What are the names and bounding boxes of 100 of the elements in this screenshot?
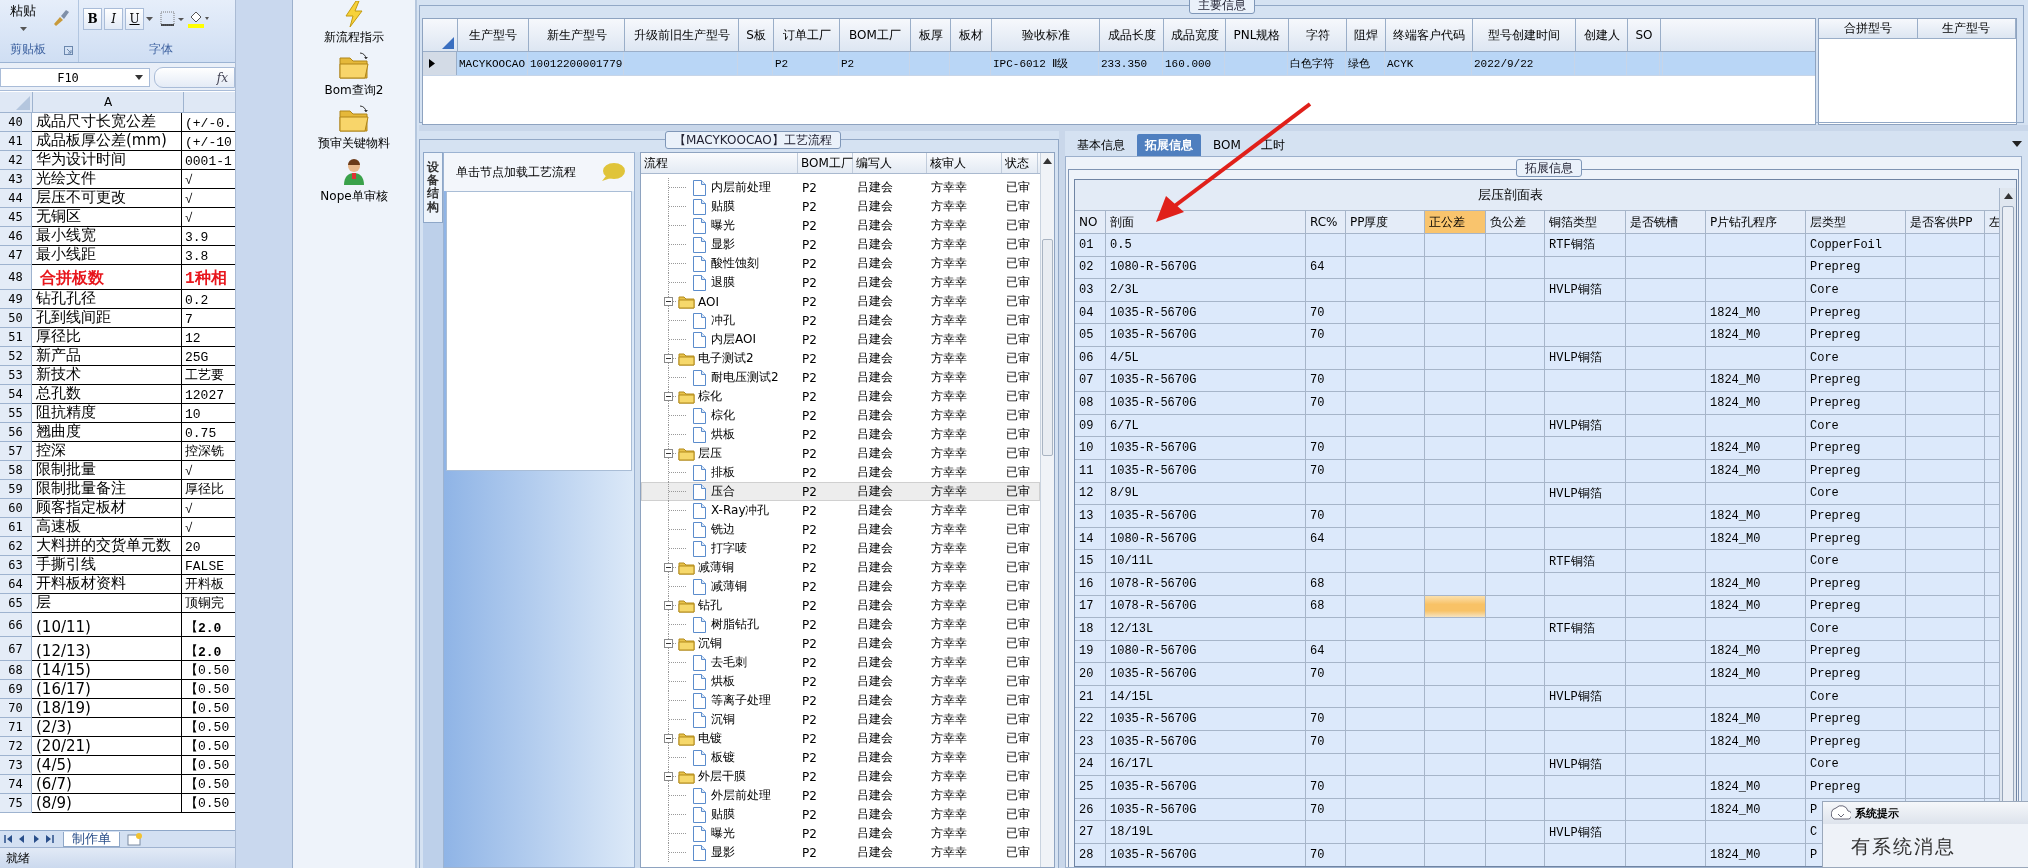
tree-node-label[interactable]: 沉铜 (698, 635, 722, 652)
column-header[interactable]: 生产型号 (458, 19, 529, 51)
column-header[interactable]: BOM工厂 (840, 19, 911, 51)
tree-row[interactable]: 烘板 P2 吕建会 方幸幸 已审 (641, 425, 1040, 444)
tree-row[interactable]: 内层前处理 P2 吕建会 方幸幸 已审 (641, 178, 1040, 197)
column-header[interactable]: 编写人 (853, 153, 927, 173)
column-header[interactable]: 成品宽度 (1164, 19, 1226, 51)
tree-node-label[interactable]: 曝光 (711, 217, 735, 234)
column-header[interactable]: PNL规格 (1226, 19, 1289, 51)
grid-row[interactable]: MACYKOOCAO 10012200001779 P2 P2 IPC-6012 Ⅱ级 233.350 160.000 白色字符 绿色 ACYK 2022/9/22 (423, 52, 1815, 76)
tree-row[interactable]: 打字唛 P2 吕建会 方幸幸 已审 (641, 539, 1040, 558)
column-header[interactable]: 板材 (951, 19, 992, 51)
row-number[interactable]: 75 (0, 794, 32, 813)
tab[interactable]: 基本信息 (1069, 134, 1133, 156)
tree-row[interactable]: 电镀 P2 吕建会 方幸幸 已审 (641, 729, 1040, 748)
caret-icon[interactable] (2012, 141, 2022, 147)
sheet-tab[interactable]: 制作单 (63, 831, 120, 847)
column-header[interactable]: 板厚 (911, 19, 951, 51)
column-header[interactable]: RC% (1306, 211, 1346, 233)
tree-node-label[interactable]: 烘板 (711, 426, 735, 443)
tree-row[interactable]: 贴膜 P2 吕建会 方幸幸 已审 (641, 197, 1040, 216)
tree-node-label[interactable]: 显影 (711, 844, 735, 861)
tree-node-label[interactable]: 烘板 (711, 673, 735, 690)
tab[interactable]: 工时 (1252, 134, 1293, 156)
row-number[interactable]: 53 (0, 366, 32, 385)
column-header[interactable]: 新生产型号 (529, 19, 625, 51)
paste-button[interactable]: 粘贴 (10, 2, 36, 20)
toolbar-button[interactable]: Nope单审核 (320, 158, 388, 205)
scroll-up-icon[interactable] (2003, 193, 2013, 199)
tree-row[interactable]: 沉铜 P2 吕建会 方幸幸 已审 (641, 710, 1040, 729)
row-number[interactable]: 52 (0, 347, 32, 366)
tree-node-label[interactable]: 钻孔 (698, 597, 722, 614)
tree-row[interactable]: 排板 P2 吕建会 方幸幸 已审 (641, 463, 1040, 482)
toolbar-button[interactable]: 预审关键物料 (318, 105, 390, 152)
tree-row[interactable]: 烘板 P2 吕建会 方幸幸 已审 (641, 672, 1040, 691)
row-number[interactable]: 46 (0, 227, 32, 246)
tree-node-label[interactable]: 等离子处理 (711, 692, 771, 709)
row-number[interactable]: 61 (0, 518, 32, 537)
format-button[interactable]: B (83, 8, 102, 30)
launcher-icon[interactable] (64, 46, 73, 55)
column-header[interactable]: 铜箔类型 (1545, 211, 1626, 233)
tree-row[interactable]: 外层干膜 P2 吕建会 方幸幸 已审 (641, 767, 1040, 786)
row-number[interactable]: 60 (0, 499, 32, 518)
tree-row[interactable]: 显影 P2 吕建会 方幸幸 已审 (641, 235, 1040, 254)
tree-row[interactable]: 等离子处理 P2 吕建会 方幸幸 已审 (641, 691, 1040, 710)
row-number[interactable]: 41 (0, 132, 32, 151)
column-header[interactable]: 是否客供PP (1906, 211, 1985, 233)
row-number[interactable]: 45 (0, 208, 32, 227)
tree-node-label[interactable]: 外层前处理 (711, 787, 771, 804)
border-icon[interactable] (159, 10, 185, 28)
row-number[interactable]: 65 (0, 594, 32, 613)
column-header[interactable]: S板 (739, 19, 774, 51)
scroll-thumb[interactable] (1042, 239, 1053, 456)
tree-node-label[interactable]: 显影 (711, 236, 735, 253)
column-header[interactable]: 验收标准 (992, 19, 1100, 51)
tree-node-label[interactable]: 贴膜 (711, 806, 735, 823)
tree-node-label[interactable]: 电镀 (698, 730, 722, 747)
tree-node-label[interactable]: AOI (698, 294, 719, 309)
tree-node-label[interactable]: 层压 (698, 445, 722, 462)
column-header[interactable]: 合拼型号 (1819, 19, 1918, 38)
collapse-icon[interactable] (664, 297, 673, 306)
column-header[interactable]: 负公差 (1486, 211, 1545, 233)
tree-row[interactable]: 层压 P2 吕建会 方幸幸 已审 (641, 444, 1040, 463)
tree-node-label[interactable]: 耐电压测试2 (711, 369, 779, 386)
formula-bar[interactable]: fx (154, 67, 235, 88)
tree-row[interactable]: 酸性蚀刻 P2 吕建会 方幸幸 已审 (641, 254, 1040, 273)
toolbar-button[interactable]: 新流程指示 (324, 1, 384, 46)
tree-node-label[interactable]: 冲孔 (711, 312, 735, 329)
column-header[interactable]: 是否铣槽 (1626, 211, 1706, 233)
tree-row[interactable]: 去毛刺 P2 吕建会 方幸幸 已审 (641, 653, 1040, 672)
row-number[interactable]: 71 (0, 718, 32, 737)
tree-row[interactable]: 冲孔 P2 吕建会 方幸幸 已审 (641, 311, 1040, 330)
row-number[interactable]: 43 (0, 170, 32, 189)
tree-row[interactable]: 曝光 P2 吕建会 方幸幸 已审 (641, 216, 1040, 235)
row-number[interactable]: 58 (0, 461, 32, 480)
row-number[interactable]: 64 (0, 575, 32, 594)
collapse-icon[interactable] (664, 392, 673, 401)
row-number[interactable]: 48 (0, 265, 32, 290)
tab[interactable]: 拓展信息 (1137, 134, 1201, 156)
tree-row[interactable]: 棕化 P2 吕建会 方幸幸 已审 (641, 406, 1040, 425)
fill-color-icon[interactable] (187, 9, 209, 29)
column-header[interactable]: 型号创建时间 (1473, 19, 1576, 51)
tree-node-label[interactable]: 棕化 (711, 407, 735, 424)
column-header[interactable]: 订单工厂 (774, 19, 840, 51)
tree-row[interactable]: 板镀 P2 吕建会 方幸幸 已审 (641, 748, 1040, 767)
row-number[interactable]: 63 (0, 556, 32, 575)
row-number[interactable]: 49 (0, 290, 32, 309)
tree-row[interactable]: 铣边 P2 吕建会 方幸幸 已审 (641, 520, 1040, 539)
format-button[interactable]: I (104, 8, 123, 30)
tree-node-label[interactable]: 贴膜 (711, 198, 735, 215)
row-number[interactable]: 42 (0, 151, 32, 170)
tree-row[interactable]: 减薄铜 P2 吕建会 方幸幸 已审 (641, 577, 1040, 596)
tree-row[interactable]: 棕化 P2 吕建会 方幸幸 已审 (641, 387, 1040, 406)
tree-row[interactable]: 耐电压测试2 P2 吕建会 方幸幸 已审 (641, 368, 1040, 387)
caret-icon[interactable] (19, 27, 27, 31)
row-number[interactable]: 44 (0, 189, 32, 208)
vertical-tab[interactable]: 设备结构 (423, 152, 443, 223)
tree-row[interactable]: 电子测试2 P2 吕建会 方幸幸 已审 (641, 349, 1040, 368)
tree-row[interactable]: 贴膜 P2 吕建会 方幸幸 已审 (641, 805, 1040, 824)
tree-node-label[interactable]: 沉铜 (711, 711, 735, 728)
